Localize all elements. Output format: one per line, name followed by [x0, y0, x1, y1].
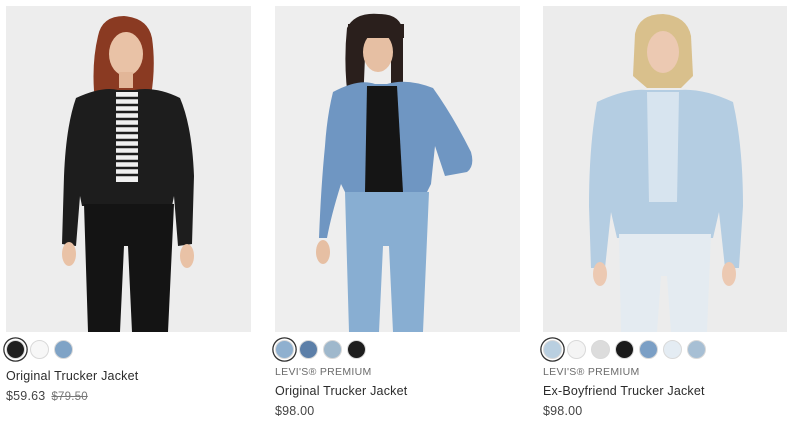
color-swatch[interactable]: [639, 339, 658, 359]
color-swatch[interactable]: [663, 339, 682, 359]
product-name[interactable]: Original Trucker Jacket: [6, 369, 251, 384]
regular-price: $98.00: [275, 404, 315, 418]
product-image[interactable]: [275, 6, 520, 332]
color-swatch[interactable]: [54, 339, 73, 359]
product-card: Original Trucker Jacket $59.63 $79.50: [6, 6, 251, 405]
color-swatch[interactable]: [591, 339, 610, 359]
regular-price: $98.00: [543, 404, 583, 418]
color-swatch[interactable]: [6, 339, 25, 359]
original-price: $79.50: [51, 391, 88, 403]
color-swatches: [6, 338, 251, 360]
product-name[interactable]: Ex-Boyfriend Trucker Jacket: [543, 384, 787, 399]
color-swatch[interactable]: [323, 339, 342, 359]
brand-label: LEVI'S® PREMIUM: [275, 366, 372, 378]
color-swatches: [543, 338, 787, 360]
color-swatch[interactable]: [615, 339, 634, 359]
color-swatch[interactable]: [299, 339, 318, 359]
product-price: $59.63 $79.50: [6, 389, 251, 405]
brand-label: LEVI'S® PREMIUM: [543, 366, 640, 378]
product-price: $98.00: [543, 404, 787, 419]
color-swatch[interactable]: [543, 339, 562, 359]
color-swatch[interactable]: [687, 339, 706, 359]
sale-price: $59.63: [6, 389, 46, 403]
color-swatch[interactable]: [30, 339, 49, 359]
color-swatch[interactable]: [347, 339, 366, 359]
product-image[interactable]: [6, 6, 251, 332]
product-image[interactable]: [543, 6, 787, 332]
color-swatches: [275, 338, 520, 360]
color-swatch[interactable]: [275, 339, 294, 359]
product-grid: Original Trucker Jacket $59.63 $79.50 LE…: [0, 0, 800, 422]
product-name[interactable]: Original Trucker Jacket: [275, 384, 520, 399]
product-card: LEVI'S® PREMIUM Original Trucker Jacket …: [275, 6, 520, 419]
color-swatch[interactable]: [567, 339, 586, 359]
product-price: $98.00: [275, 404, 520, 419]
product-card: LEVI'S® PREMIUM Ex-Boyfriend Trucker Jac…: [543, 6, 787, 419]
